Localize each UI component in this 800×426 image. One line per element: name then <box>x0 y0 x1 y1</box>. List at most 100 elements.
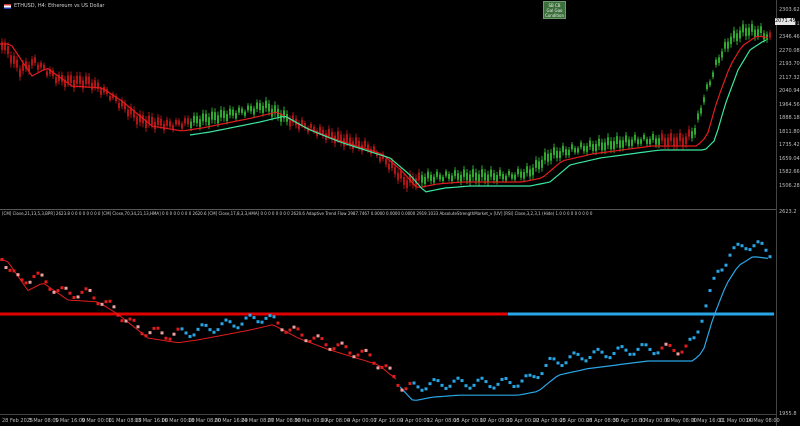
indicator-dot <box>136 325 140 329</box>
indicator-dot <box>180 327 184 331</box>
indicator-dot <box>480 376 484 380</box>
indicator-dot <box>532 375 536 379</box>
indicator-dot <box>736 242 740 246</box>
indicator-dot <box>244 316 248 320</box>
indicator-dot <box>92 296 96 300</box>
indicator-dot <box>208 328 212 332</box>
indicator-dot <box>408 382 412 386</box>
indicator-dot <box>376 366 380 370</box>
indicator-dot <box>4 266 8 270</box>
indicator-dot <box>36 271 40 275</box>
indicator-dot <box>588 356 592 360</box>
indicator-dot <box>432 378 436 382</box>
indicator-dot <box>608 356 612 360</box>
chart-window[interactable]: ETHUSD, H4: Ethereum vs US Dollar SB CB … <box>0 0 800 426</box>
indicator-dot <box>664 342 668 346</box>
indicator-dot <box>328 347 332 351</box>
indicator-dot <box>596 347 600 351</box>
indicator-dot <box>744 247 748 251</box>
indicator-dot <box>32 274 36 278</box>
indicator-dot <box>656 351 660 355</box>
indicator-dot <box>284 330 288 334</box>
indicator-axis-bottom: 1955.8 <box>779 411 797 417</box>
indicator-dot <box>488 385 492 389</box>
indicator-dot <box>624 348 628 352</box>
indicator-dot <box>616 346 620 350</box>
indicator-dot <box>332 347 336 351</box>
indicator-axis-top: 2623.2 <box>779 209 797 215</box>
indicator-dot <box>336 343 340 347</box>
indicator-dot <box>660 346 664 350</box>
indicator-dot <box>196 327 200 331</box>
indicator-dot <box>652 352 656 356</box>
indicator-dot <box>76 295 80 299</box>
indicator-dot <box>300 333 304 337</box>
price-tick-label: 2346.465 <box>779 34 800 40</box>
indicator-dot <box>548 356 552 360</box>
indicator-dot <box>224 318 228 322</box>
indicator-dot <box>72 296 76 300</box>
indicator-dot <box>288 328 292 332</box>
indicator-dot <box>188 335 192 339</box>
indicator-dot <box>164 336 168 340</box>
indicator-dot <box>340 341 344 345</box>
indicator-dot <box>16 273 20 277</box>
indicator-dot <box>748 248 752 252</box>
price-tick-label: 2270.085 <box>779 47 800 54</box>
indicator-pane[interactable] <box>0 0 776 426</box>
indicator-dot <box>688 337 692 341</box>
indicator-dot <box>304 339 308 343</box>
indicator-dot <box>556 361 560 365</box>
indicator-dot <box>108 299 112 303</box>
indicator-dot <box>324 343 328 347</box>
indicator-dot <box>672 348 676 352</box>
indicator-dot <box>536 376 540 380</box>
indicator-dot <box>48 287 52 291</box>
indicator-dot <box>724 263 728 267</box>
indicator-dot <box>64 286 68 290</box>
price-axis-line <box>776 0 777 426</box>
indicator-dot <box>712 276 716 280</box>
indicator-dot <box>356 353 360 357</box>
indicator-dot <box>636 347 640 351</box>
indicator-dot <box>684 344 688 348</box>
indicator-dot <box>496 382 500 386</box>
indicator-dot <box>312 336 316 340</box>
indicator-dot <box>368 353 372 357</box>
indicator-dot <box>400 388 404 392</box>
indicator-dot <box>168 337 172 341</box>
indicator-dot <box>148 331 152 335</box>
indicator-dot <box>112 305 116 309</box>
indicator-line-red <box>0 259 397 380</box>
indicator-dot <box>404 387 408 391</box>
indicator-dot <box>320 337 324 341</box>
indicator-dot <box>128 317 132 321</box>
indicator-dot <box>732 246 736 250</box>
indicator-dot <box>412 381 416 385</box>
indicator-dot <box>492 386 496 390</box>
indicator-dot <box>140 332 144 336</box>
indicator-dot <box>236 326 240 330</box>
indicator-dot <box>768 255 772 259</box>
indicator-dot <box>88 288 92 292</box>
price-tick-label: 1811.805 <box>779 128 800 135</box>
price-tick-label: 2040.945 <box>779 88 800 94</box>
indicator-dot <box>264 316 268 320</box>
indicator-dot <box>700 319 704 323</box>
indicator-dot <box>228 320 232 324</box>
indicator-dot <box>568 355 572 359</box>
indicator-dot <box>628 352 632 356</box>
indicator-dot <box>120 319 124 323</box>
indicator-dot <box>352 355 356 359</box>
indicator-dot <box>232 324 236 328</box>
indicator-dot <box>704 304 708 308</box>
indicator-dot <box>24 281 28 285</box>
indicator-dot <box>144 334 148 338</box>
indicator-dot <box>248 313 252 317</box>
indicator-dot <box>560 364 564 368</box>
indicator-dot <box>692 336 696 340</box>
indicator-dot <box>8 268 12 272</box>
indicator-dot <box>40 273 44 277</box>
indicator-dot <box>524 374 528 378</box>
indicator-dot <box>696 330 700 334</box>
